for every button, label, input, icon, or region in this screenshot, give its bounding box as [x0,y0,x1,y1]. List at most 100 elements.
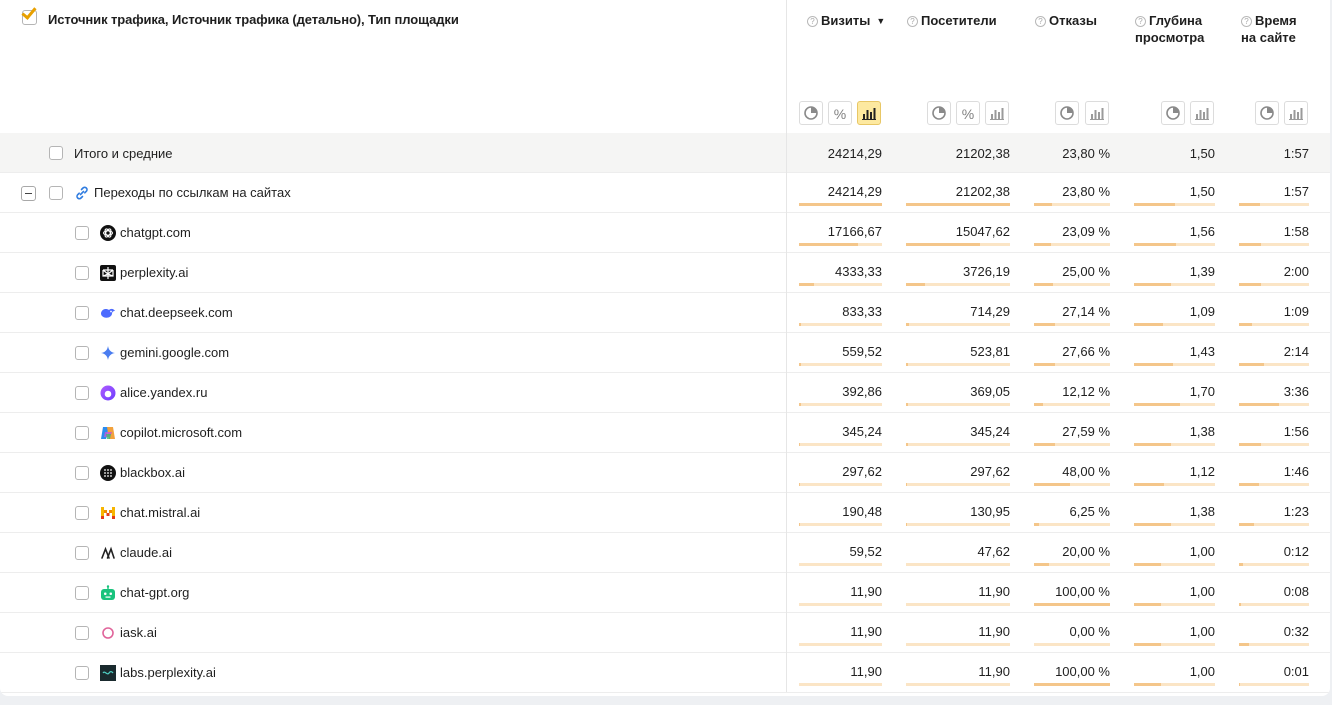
value-bar-bounce-rate [1034,483,1110,486]
table-row[interactable]: blackbox.ai 297,62 297,62 48,00 % 1,12 1:46 [0,453,1330,493]
table-row[interactable]: labs.perplexity.ai 11,90 11,90 100,00 % 1,00… [0,653,1330,693]
dimension-title[interactable]: Источник трафика, Источник трафика (дета… [48,12,459,27]
cell-page-depth: 1,12 [1189,464,1215,479]
gemini-icon [100,345,116,361]
column-header-label: просмотра [1135,30,1205,45]
row-label[interactable]: iask.ai [120,625,157,640]
cell-visits: 559,52 [842,344,882,359]
help-icon[interactable]: ? [1241,16,1252,27]
total-row[interactable]: Итого и средние 24214,29 21202,38 23,80 % 1,… [0,133,1330,173]
help-icon[interactable]: ? [907,16,918,27]
row-checkbox[interactable] [75,506,89,520]
column-header-label: Отказы [1049,13,1097,28]
row-checkbox[interactable] [75,466,89,480]
row-checkbox[interactable] [75,626,89,640]
row-checkbox[interactable] [49,186,63,200]
column-header-time-on-site[interactable]: ? Время на сайте [1241,12,1297,46]
row-label[interactable]: Переходы по ссылкам на сайтах [94,185,291,200]
row-checkbox[interactable] [75,346,89,360]
cell-page-depth: 1,09 [1189,304,1215,319]
cell-bounce-rate: 48,00 % [1062,464,1110,479]
table-row[interactable]: gemini.google.com 559,52 523,81 27,66 % 1,43… [0,333,1330,373]
table-row[interactable]: chatgpt.com 17166,67 15047,62 23,09 % 1,56 1:… [0,213,1330,253]
bar-chart-view-button[interactable] [1085,101,1109,125]
help-icon[interactable]: ? [1135,16,1146,27]
row-label[interactable]: copilot.microsoft.com [120,425,242,440]
sort-desc-icon[interactable]: ▼ [876,16,885,26]
percent-icon: % [833,106,847,122]
row-checkbox[interactable] [75,426,89,440]
row-checkbox[interactable] [75,586,89,600]
row-label[interactable]: chatgpt.com [120,225,191,240]
percent-view-button[interactable]: % [956,101,980,125]
table-row[interactable]: claude.ai 59,52 47,62 20,00 % 1,00 0:12 [0,533,1330,573]
row-label[interactable]: chat.deepseek.com [120,305,233,320]
row-label[interactable]: labs.perplexity.ai [120,665,216,680]
value-bar-fill [906,523,907,526]
row-label: Итого и средние [74,146,173,161]
value-bar-fill [1239,643,1249,646]
value-bar-fill [799,443,800,446]
row-label[interactable]: alice.yandex.ru [120,385,207,400]
table-row[interactable]: chat.deepseek.com 833,33 714,29 27,14 % 1,09… [0,293,1330,333]
percent-view-button[interactable]: % [828,101,852,125]
pie-chart-view-button[interactable] [799,101,823,125]
help-icon[interactable]: ? [1035,16,1046,27]
link-icon [74,185,90,201]
cell-bounce-rate: 100,00 % [1055,664,1110,679]
row-checkbox[interactable] [75,666,89,680]
pie-chart-view-button[interactable] [1255,101,1279,125]
table-row[interactable]: chat.mistral.ai 190,48 130,95 6,25 % 1,38 1:2… [0,493,1330,533]
cell-visitors: 369,05 [970,384,1010,399]
column-header-visitors[interactable]: ? Посетители [907,12,997,29]
pie-chart-view-button[interactable] [1161,101,1185,125]
cell-visits: 11,90 [850,624,882,639]
row-label[interactable]: claude.ai [120,545,172,560]
row-label[interactable]: blackbox.ai [120,465,185,480]
cell-time-on-site: 1:23 [1283,504,1309,519]
bar-chart-view-button[interactable] [1284,101,1308,125]
value-bar-fill [1239,283,1261,286]
table-row[interactable]: perplexity.ai 4333,33 3726,19 25,00 % 1,39 2:… [0,253,1330,293]
column-header-page-depth[interactable]: ? Глубина просмотра [1135,12,1204,46]
value-bar-page-depth [1134,563,1215,566]
cell-visitors: 523,81 [970,344,1010,359]
row-label[interactable]: chat.mistral.ai [120,505,200,520]
value-bar-fill [1134,443,1171,446]
row-checkbox[interactable] [49,146,63,160]
cell-time-on-site: 1:57 [1283,146,1309,161]
pie-chart-icon [804,106,818,120]
row-checkbox[interactable] [75,546,89,560]
table-row[interactable]: iask.ai 11,90 11,90 0,00 % 1,00 0:32 [0,613,1330,653]
pie-chart-view-button[interactable] [1055,101,1079,125]
cell-visitors: 714,29 [970,304,1010,319]
row-label[interactable]: chat-gpt.org [120,585,189,600]
cell-bounce-rate: 100,00 % [1055,584,1110,599]
pie-chart-view-button[interactable] [927,101,951,125]
bar-chart-view-button[interactable] [857,101,881,125]
row-label[interactable]: gemini.google.com [120,345,229,360]
column-header-bounce-rate[interactable]: ? Отказы [1035,12,1097,29]
select-all-checkbox[interactable] [21,4,37,25]
table-row[interactable]: chat-gpt.org 11,90 11,90 100,00 % 1,00 0:08 [0,573,1330,613]
value-bar-visits [799,203,882,206]
row-checkbox[interactable] [75,386,89,400]
bar-chart-view-button[interactable] [1190,101,1214,125]
value-bar-fill [1034,363,1055,366]
bar-chart-view-button[interactable] [985,101,1009,125]
collapse-button[interactable] [21,186,36,201]
table-row[interactable]: alice.yandex.ru 392,86 369,05 12,12 % 1,70 3:… [0,373,1330,413]
row-checkbox[interactable] [75,266,89,280]
blackbox-icon [100,465,116,481]
group-row[interactable]: Переходы по ссылкам на сайтах 24214,29 212… [0,173,1330,213]
table-row[interactable]: copilot.microsoft.com 345,24 345,24 27,59 %… [0,413,1330,453]
row-checkbox[interactable] [75,226,89,240]
row-label[interactable]: perplexity.ai [120,265,188,280]
column-header-visits[interactable]: ? Визиты ▼ [807,12,885,30]
cell-visitors: 345,24 [970,424,1010,439]
value-bar-bounce-rate [1034,523,1110,526]
cell-page-depth: 1,50 [1189,184,1215,199]
help-icon[interactable]: ? [807,16,818,27]
row-checkbox[interactable] [75,306,89,320]
value-bar-fill [1239,243,1261,246]
